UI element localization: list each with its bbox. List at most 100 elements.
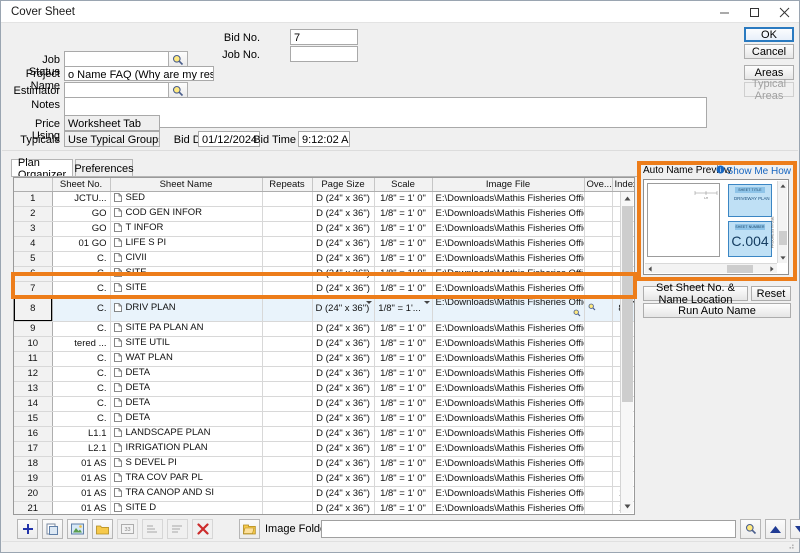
table-row[interactable]: 5 C. CIVII D (24" x 36") 1/8" = 1' 0" E:\Down… [14,251,634,267]
cell-overlay[interactable] [584,206,613,222]
table-row[interactable]: 4 01 GO LIFE S PI D (24" x 36") 1/8" = 1' 0"… [14,236,634,252]
cell-repeats[interactable] [262,221,313,237]
cell-repeats[interactable] [262,471,313,487]
cell-sheet-name[interactable]: LANDSCAPE PLAN [110,426,263,442]
cell-scale[interactable]: 1/8" = 1' 0" [374,366,433,382]
table-row[interactable]: 19 01 AS TRA COV PAR PL D (24" x 36") 1/8" =… [14,471,634,487]
reset-button[interactable]: Reset [751,286,791,301]
cell-sheet-no[interactable]: C. [52,381,111,397]
cell-scale[interactable]: 1/8" = 1'... [374,296,433,322]
cell-sheet-name[interactable]: SITE [110,266,263,282]
run-auto-name-button[interactable]: Run Auto Name [643,303,791,318]
cell-image-file[interactable]: E:\Downloads\Mathis Fisheries Office 1.p… [432,351,585,367]
cell-overlay[interactable] [584,351,613,367]
cell-rownum[interactable]: 6 [14,266,53,282]
preview-scroll-right-icon[interactable] [767,264,777,274]
cell-sheet-no[interactable]: 01 AS [52,486,111,502]
cell-rownum[interactable]: 13 [14,381,53,397]
preview-scroll-up-icon[interactable] [778,181,788,191]
table-row[interactable]: 16 L1.1 LANDSCAPE PLAN D (24" x 36") 1/8" = … [14,426,634,442]
cell-scale[interactable]: 1/8" = 1' 0" [374,351,433,367]
cell-image-file[interactable]: E:\Downloads\Mathis Fisheries Office 1.p… [432,281,585,297]
cell-page-size[interactable]: D (24" x 36") [312,366,375,382]
cell-image-file[interactable]: E:\Downloads\Mathis Fisheries Office 1.p… [432,296,585,322]
plan-organizer-grid[interactable]: Sheet No. Sheet Name Repeats Page Size S… [13,177,635,515]
table-row[interactable]: 1 JCTU... SED D (24" x 36") 1/8" = 1' 0" E:\D… [14,191,634,207]
cell-sheet-no[interactable]: C. [52,396,111,412]
price-using-select[interactable]: Worksheet Tab [64,115,160,131]
cell-repeats[interactable] [262,411,313,427]
cell-sheet-name[interactable]: IRRIGATION PLAN [110,441,263,457]
cell-repeats[interactable] [262,396,313,412]
cell-sheet-no[interactable]: C. [52,366,111,382]
cell-image-file[interactable]: E:\Downloads\Mathis Fisheries Office 1.p… [432,336,585,352]
cell-sheet-name[interactable]: LIFE S PI [110,236,263,252]
preview-vscroll-thumb[interactable] [779,231,787,245]
cell-scale[interactable]: 1/8" = 1' 0" [374,251,433,267]
cell-page-size[interactable]: D (24" x 36") [312,501,375,514]
cell-image-file[interactable]: E:\Downloads\Mathis Fisheries Office 1.p… [432,426,585,442]
cell-repeats[interactable] [262,501,313,514]
cell-sheet-no[interactable]: C. [52,281,111,297]
show-me-how-link[interactable]: i Show Me How [716,165,791,177]
cell-image-file[interactable]: E:\Downloads\Mathis Fisheries Office 1.p… [432,266,585,282]
cell-sheet-name[interactable]: SED [110,191,263,207]
cell-rownum[interactable]: 17 [14,441,53,457]
cell-sheet-no[interactable]: C. [52,296,111,322]
search-icon[interactable] [573,309,581,321]
cell-page-size[interactable]: D (24" x 36") [312,236,375,252]
cell-sheet-name[interactable]: DETA [110,396,263,412]
folder-yellow-icon[interactable] [239,519,260,539]
cell-rownum[interactable]: 12 [14,366,53,382]
cell-rownum[interactable]: 1 [14,191,53,207]
grid-scroll-thumb[interactable] [622,206,633,402]
cell-page-size[interactable]: D (24" x 36") [312,396,375,412]
cell-page-size[interactable]: D (24" x 36") [312,281,375,297]
cell-scale[interactable]: 1/8" = 1' 0" [374,206,433,222]
cell-scale[interactable]: 1/8" = 1' 0" [374,236,433,252]
cell-overlay[interactable] [584,336,613,352]
cell-scale[interactable]: 1/8" = 1' 0" [374,441,433,457]
preview-scroll-down-icon[interactable] [778,253,788,263]
cell-image-file[interactable]: E:\Downloads\Mathis Fisheries Office 1.p… [432,251,585,267]
cell-repeats[interactable] [262,336,313,352]
job-status-select[interactable] [64,51,174,67]
table-row[interactable]: 6 C. SITE D (24" x 36") 1/8" = 1' 0" E:\Downl… [14,266,634,282]
cell-sheet-name[interactable]: SITE D [110,501,263,514]
cell-sheet-no[interactable]: C. [52,251,111,267]
notes-textarea[interactable] [64,97,707,128]
tab-plan-organizer[interactable]: Plan Organizer [11,157,73,181]
col-header-repeats[interactable]: Repeats [262,178,313,192]
cell-repeats[interactable] [262,351,313,367]
preview-hscroll-thumb[interactable] [727,265,753,273]
cell-overlay[interactable] [584,486,613,502]
cell-sheet-name[interactable]: DETA [110,381,263,397]
cell-repeats[interactable] [262,236,313,252]
cell-rownum[interactable]: 5 [14,251,53,267]
col-header-scale[interactable]: Scale [374,178,433,192]
table-row[interactable]: 21 01 AS SITE D D (24" x 36") 1/8" = 1' 0" E:… [14,501,634,514]
job-no-input[interactable] [290,46,358,62]
cell-repeats[interactable] [262,441,313,457]
cell-rownum[interactable]: 7 [14,281,53,297]
cell-scale[interactable]: 1/8" = 1' 0" [374,321,433,337]
cell-sheet-no[interactable]: L1.1 [52,426,111,442]
cell-scale[interactable]: 1/8" = 1' 0" [374,426,433,442]
cell-image-file[interactable]: E:\Downloads\Mathis Fisheries Office 1.p… [432,366,585,382]
cell-repeats[interactable] [262,321,313,337]
table-row[interactable]: 2 GO COD GEN INFOR D (24" x 36") 1/8" = 1' 0… [14,206,634,222]
cell-page-size[interactable]: D (24" x 36") [312,471,375,487]
cell-scale[interactable]: 1/8" = 1' 0" [374,381,433,397]
cell-sheet-name[interactable]: TRA CANOP AND SI [110,486,263,502]
cell-sheet-name[interactable]: DRIV PLAN [110,296,263,322]
col-header-overlay[interactable]: Ove... [584,178,613,192]
scroll-up-icon[interactable] [621,192,634,205]
cell-image-file[interactable]: E:\Downloads\Mathis Fisheries Office 1.p… [432,471,585,487]
move-down-icon[interactable] [790,519,800,539]
cell-sheet-name[interactable]: CIVII [110,251,263,267]
cell-page-size[interactable]: D (24" x 36") [312,426,375,442]
cell-image-file[interactable]: E:\Downloads\Mathis Fisheries Office 1.p… [432,456,585,472]
cell-sheet-no[interactable]: 01 AS [52,456,111,472]
cell-page-size[interactable]: D (24" x 36") [312,381,375,397]
cell-rownum[interactable]: 11 [14,351,53,367]
